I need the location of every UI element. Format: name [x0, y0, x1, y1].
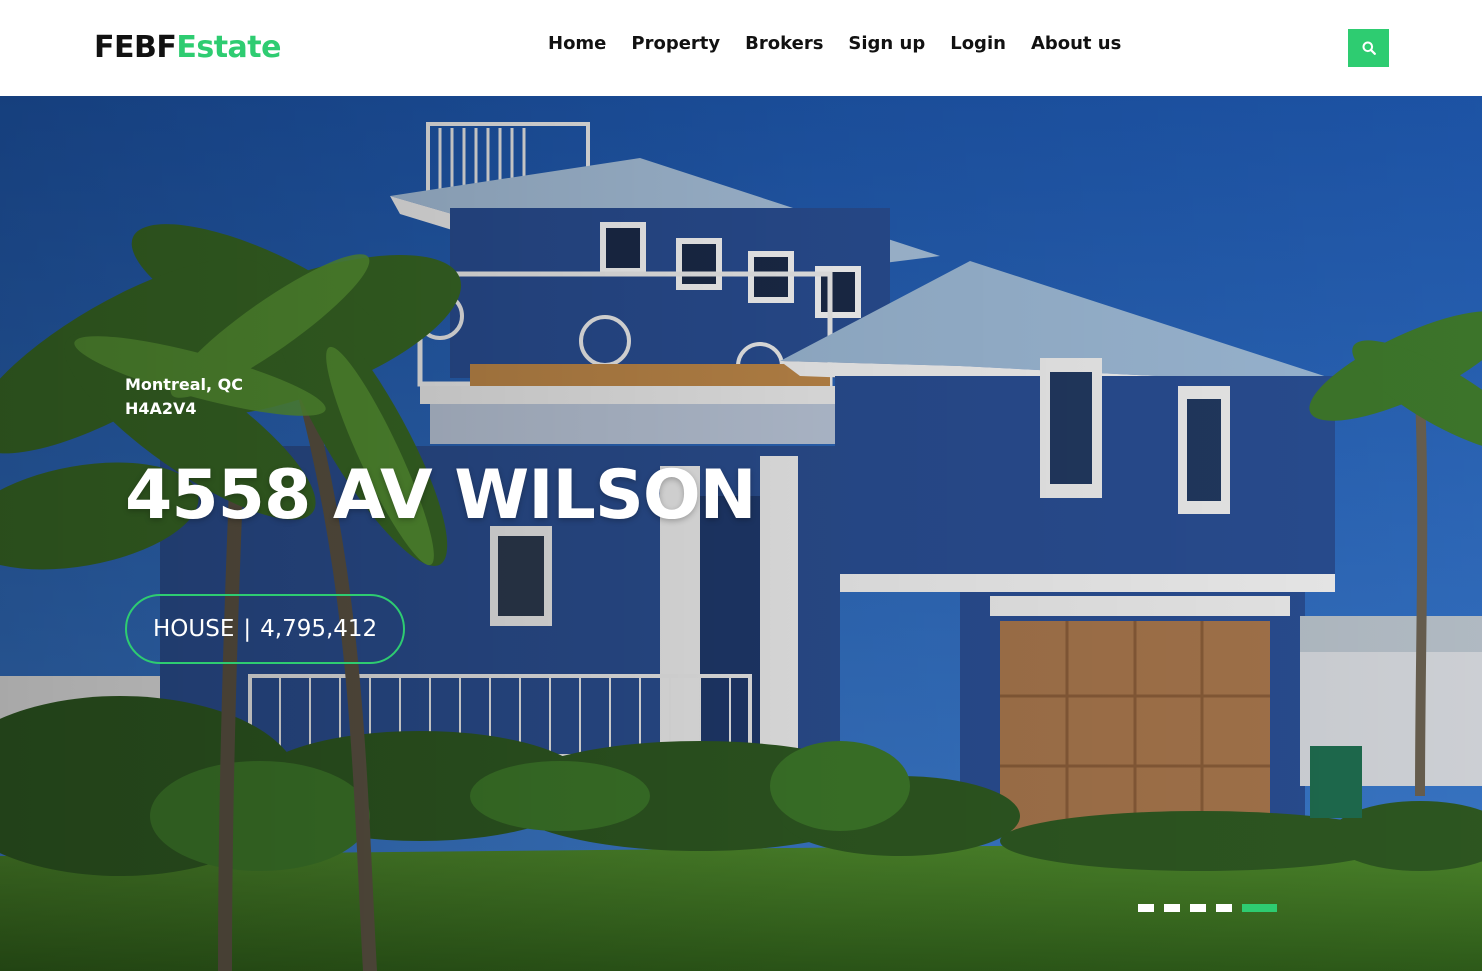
search-button[interactable]: [1348, 29, 1389, 67]
main-nav: Home Property Brokers Sign up Login Abou…: [548, 31, 1121, 57]
listing-price: 4,795,412: [260, 616, 378, 642]
nav-login[interactable]: Login: [950, 31, 1006, 57]
slider-pagination: [1138, 904, 1277, 912]
slider-dot-2[interactable]: [1164, 904, 1180, 912]
site-header: FEBFEstate Home Property Brokers Sign up…: [0, 0, 1482, 96]
logo-text-primary: FEBF: [94, 30, 177, 65]
nav-property[interactable]: Property: [631, 31, 720, 57]
slider-dot-3[interactable]: [1190, 904, 1206, 912]
nav-home[interactable]: Home: [548, 31, 606, 57]
listing-address: 4558 AV WILSON: [125, 456, 757, 535]
listing-type-price-pill[interactable]: HOUSE | 4,795,412: [125, 594, 406, 664]
hero-slider: Montreal, QC H4A2V4 4558 AV WILSON HOUSE…: [0, 96, 1482, 971]
slider-dot-4[interactable]: [1216, 904, 1232, 912]
logo[interactable]: FEBFEstate: [94, 29, 281, 67]
slider-dot-5-active[interactable]: [1242, 904, 1277, 912]
nav-about-us[interactable]: About us: [1031, 31, 1121, 57]
pill-separator: |: [243, 616, 252, 642]
slider-dot-1[interactable]: [1138, 904, 1154, 912]
nav-brokers[interactable]: Brokers: [745, 31, 823, 57]
listing-type: HOUSE: [153, 616, 235, 642]
nav-sign-up[interactable]: Sign up: [848, 31, 925, 57]
logo-text-accent: Estate: [176, 30, 281, 65]
listing-city: Montreal, QC: [125, 375, 243, 394]
listing-postal-code: H4A2V4: [125, 399, 197, 418]
search-icon: [1362, 41, 1376, 55]
